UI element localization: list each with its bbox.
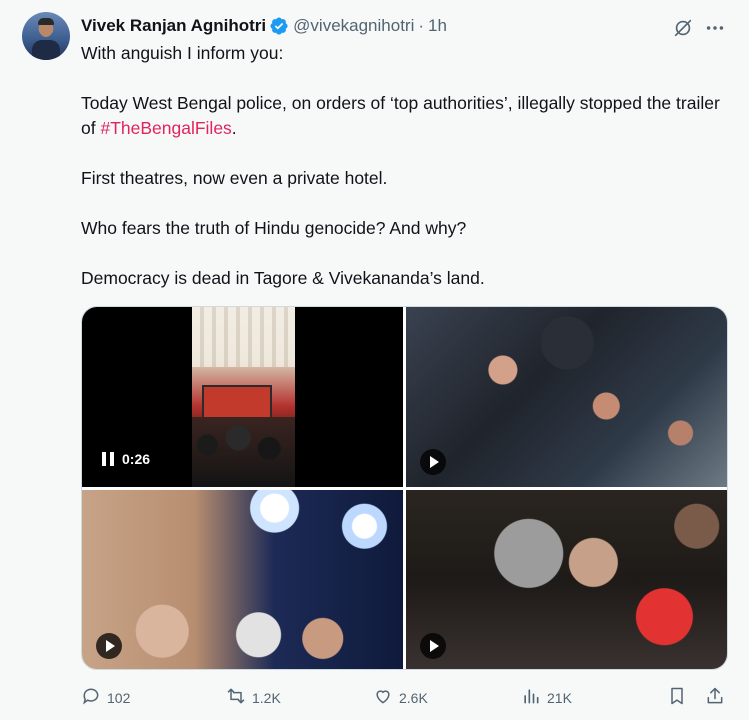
views-count: 21K (547, 689, 572, 706)
video-tile-2[interactable] (406, 307, 727, 487)
more-icon[interactable] (704, 17, 726, 39)
play-icon[interactable] (96, 633, 122, 659)
reply-count: 102 (107, 689, 131, 706)
play-icon[interactable] (420, 449, 446, 475)
bookmark-button[interactable] (667, 686, 687, 709)
pause-icon[interactable] (102, 452, 114, 466)
tweet-paragraph: With anguish I inform you: (81, 43, 284, 63)
verified-badge-icon (269, 16, 289, 36)
video-tile-1[interactable]: 0:26 (82, 307, 403, 487)
tweet-paragraph: First theatres, now even a private hotel… (81, 168, 388, 188)
views-button[interactable]: 21K (521, 686, 572, 709)
repost-button[interactable]: 1.2K (226, 686, 281, 709)
reply-button[interactable]: 102 (81, 686, 130, 709)
timestamp[interactable]: 1h (428, 16, 447, 36)
tweet-paragraph: Who fears the truth of Hindu genocide? A… (81, 218, 467, 238)
media-grid: 0:26 (81, 306, 728, 670)
repost-count: 1.2K (252, 689, 281, 706)
separator-dot: · (418, 16, 425, 35)
bookmark-icon (667, 686, 687, 709)
video-thumbnail (82, 490, 403, 669)
video-tile-4[interactable] (406, 490, 727, 669)
action-bar: 102 1.2K 2.6K 21K (81, 686, 728, 714)
like-icon (373, 686, 393, 709)
hashtag-link[interactable]: #TheBengalFiles (100, 118, 231, 138)
share-icon (705, 686, 725, 709)
tweet-header: Vivek Ranjan Agnihotri @vivekagnihotri ·… (81, 14, 447, 38)
like-count: 2.6K (399, 689, 428, 706)
video-time: 0:26 (122, 451, 151, 467)
like-button[interactable]: 2.6K (373, 686, 428, 709)
play-icon[interactable] (420, 633, 446, 659)
video-controls[interactable]: 0:26 (102, 451, 150, 467)
video-thumbnail (406, 307, 727, 487)
tweet[interactable]: Vivek Ranjan Agnihotri @vivekagnihotri ·… (0, 0, 749, 720)
grok-icon[interactable] (672, 17, 694, 39)
views-icon (521, 686, 541, 709)
author-handle[interactable]: @vivekagnihotri (293, 16, 414, 36)
avatar[interactable] (22, 12, 70, 60)
repost-icon (226, 686, 246, 709)
author-name[interactable]: Vivek Ranjan Agnihotri (81, 16, 266, 36)
tweet-paragraph: Democracy is dead in Tagore & Vivekanand… (81, 268, 485, 288)
tweet-text: With anguish I inform you: Today West Be… (81, 41, 721, 316)
share-button[interactable] (705, 686, 725, 709)
tweet-paragraph: Today West Bengal police, on orders of ‘… (81, 93, 720, 138)
reply-icon (81, 686, 101, 709)
video-thumbnail (406, 490, 727, 669)
video-frame (192, 307, 295, 487)
video-tile-3[interactable] (82, 490, 403, 669)
